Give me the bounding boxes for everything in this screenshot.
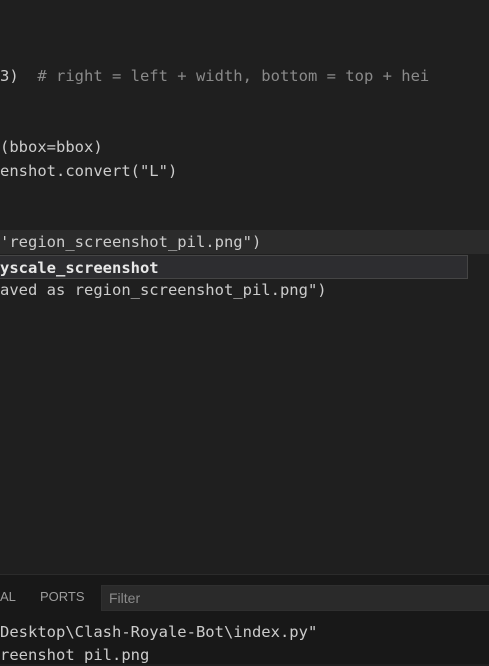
code-editor[interactable]: 3) # right = left + width, bottom = top …: [0, 0, 489, 574]
bottom-panel: AL PORTS Desktop\Clash-Royale-Bot\index.…: [0, 574, 489, 664]
code-comment: # right = left + width, bottom = top + h…: [37, 67, 430, 85]
terminal-line: Desktop\Clash-Royale-Bot\index.py": [0, 623, 318, 641]
code-line[interactable]: 3) # right = left + width, bottom = top …: [0, 64, 429, 88]
filter-input[interactable]: [101, 585, 489, 611]
tab-ports[interactable]: PORTS: [40, 575, 85, 619]
tab-terminal[interactable]: AL: [0, 575, 16, 619]
code-line[interactable]: aved as region_screenshot_pil.png"): [0, 278, 327, 302]
code-text: 3): [0, 67, 38, 85]
code-line[interactable]: enshot.convert("L"): [0, 159, 177, 183]
code-line[interactable]: (bbox=bbox): [0, 135, 103, 159]
autocomplete-suggestion[interactable]: yscale_screenshot: [0, 255, 468, 279]
code-line-current[interactable]: 'region_screenshot_pil.png"): [0, 230, 489, 254]
